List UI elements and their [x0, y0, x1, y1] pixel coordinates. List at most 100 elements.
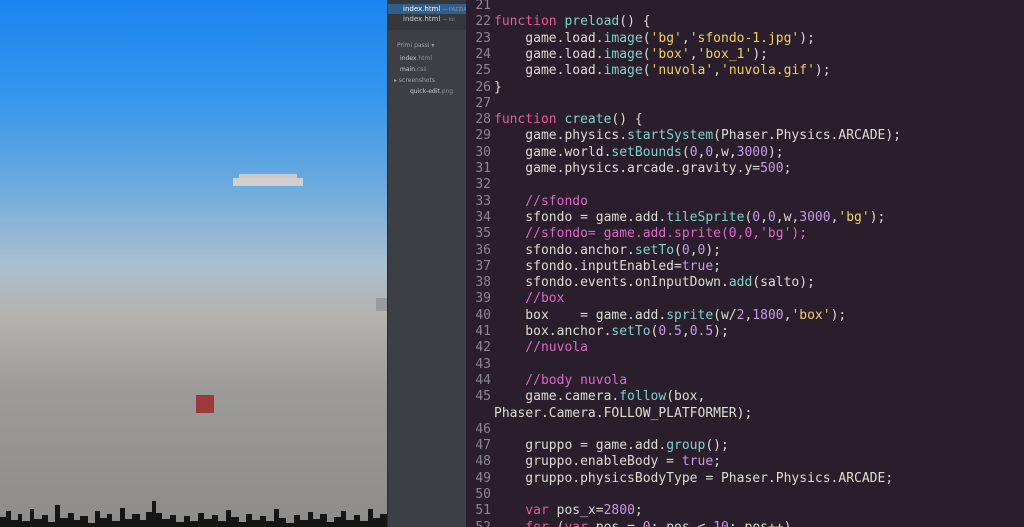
code-line[interactable]: 36 sfondo.anchor.setTo(0,0);: [466, 243, 1024, 259]
code-token: );: [767, 144, 784, 160]
code-token: group: [666, 438, 706, 454]
line-text: sfondo = game.add.tileSprite(0,0,w,3000,…: [494, 210, 885, 226]
code-token: );: [830, 307, 847, 323]
code-token: true: [681, 454, 714, 470]
code-line[interactable]: 29 game.physics.startSystem(Phaser.Physi…: [466, 128, 1024, 144]
code-token: game.load.: [494, 63, 604, 79]
code-token: ,: [760, 209, 768, 225]
line-text: game.physics.arcade.gravity.y=500;: [494, 161, 791, 177]
line-number: 49: [475, 470, 491, 486]
code-token: //sfondo: [494, 193, 588, 209]
code-token: sprite: [666, 307, 714, 323]
code-line[interactable]: 35 //sfondo= game.add.sprite(0,0,'bg');: [466, 226, 1024, 242]
tree-item-name: quick-edit: [410, 88, 440, 95]
code-line[interactable]: 51 var pos_x=2800;: [466, 503, 1024, 519]
code-line[interactable]: 28 function create() {: [466, 112, 1024, 128]
code-line[interactable]: 38 sfondo.events.onInputDown.add(salto);: [466, 275, 1024, 291]
code-line[interactable]: 33 //sfondo: [466, 194, 1024, 210]
code-token: 0: [681, 242, 690, 258]
code-token: gruppo = game.add.: [494, 438, 667, 454]
line-text: sfondo.anchor.setTo(0,0);: [494, 243, 721, 259]
code-token: setBounds: [611, 144, 682, 160]
code-token: ,: [713, 63, 721, 79]
code-token: //body nuvola: [494, 372, 628, 388]
code-line[interactable]: 41 box.anchor.setTo(0.5,0.5);: [466, 324, 1024, 340]
working-file-1[interactable]: index.html — PAZZIA: [388, 4, 467, 14]
code-token: image: [603, 46, 643, 62]
code-line[interactable]: 23 game.load.image('bg','sfondo-1.jpg');: [466, 31, 1024, 47]
code-line[interactable]: 44 //body nuvola: [466, 373, 1024, 389]
code-line[interactable]: 26}: [466, 80, 1024, 96]
line-text: //sfondo= game.add.sprite(0,0,'bg');: [494, 226, 807, 242]
code-line[interactable]: 42 //nuvola: [466, 340, 1024, 356]
code-token: sfondo.anchor.: [494, 242, 635, 258]
project-title[interactable]: Primi passi ▾: [388, 30, 466, 53]
line-number: 42: [475, 340, 491, 356]
code-token: pos =: [596, 520, 643, 527]
line-text: function create() {: [494, 112, 643, 128]
code-line[interactable]: 34 sfondo = game.add.tileSprite(0,0,w,30…: [466, 210, 1024, 226]
line-number: 25: [475, 63, 491, 79]
code-token: setTo: [611, 324, 651, 339]
code-token: //box: [494, 291, 565, 307]
code-token: game.load.: [494, 46, 604, 62]
code-token: ;: [783, 161, 792, 176]
code-token: ,: [689, 242, 698, 258]
code-line[interactable]: Phaser.Camera.FOLLOW_PLATFORMER);: [466, 406, 1024, 422]
code-token: 1800: [752, 307, 784, 323]
code-line[interactable]: 30 game.world.setBounds(0,0,w,3000);: [466, 145, 1024, 161]
code-token: ;: [713, 258, 721, 274]
code-line[interactable]: 45 game.camera.follow(box,: [466, 389, 1024, 405]
code-token: }: [494, 79, 502, 95]
code-line[interactable]: 22 function preload() {: [466, 14, 1024, 30]
code-line[interactable]: 32: [466, 177, 1024, 193]
code-token: 3000: [736, 144, 768, 160]
code-line[interactable]: 21: [466, 0, 1024, 14]
code-line[interactable]: 48 gruppo.enableBody = true;: [466, 454, 1024, 470]
code-line[interactable]: 40 box = game.add.sprite(w/2,1800,'box')…: [466, 308, 1024, 324]
code-line[interactable]: 43: [466, 357, 1024, 373]
code-line[interactable]: 47 gruppo = game.add.group();: [466, 438, 1024, 454]
code-token: );: [814, 63, 831, 79]
code-token: 'bg': [838, 209, 870, 225]
code-token: game.physics.: [494, 128, 628, 144]
code-line[interactable]: 31 game.physics.arcade.gravity.y=500;: [466, 161, 1024, 177]
code-line[interactable]: 50: [466, 487, 1024, 503]
code-token: function: [494, 112, 565, 128]
code-line[interactable]: 24 game.load.image('box','box_1');: [466, 47, 1024, 63]
code-line[interactable]: 27: [466, 96, 1024, 112]
code-line[interactable]: 25 game.load.image('nuvola','nuvola.gif'…: [466, 63, 1024, 79]
code-token: 'nuvola.gif': [721, 63, 815, 79]
code-token: gruppo.physicsBodyType = Phaser.Physics.…: [494, 470, 894, 486]
code-token: //nuvola: [494, 340, 588, 356]
line-number: 47: [475, 438, 491, 454]
code-token: var: [494, 503, 557, 519]
code-line[interactable]: 37 sfondo.inputEnabled=true;: [466, 259, 1024, 275]
code-line[interactable]: 49 gruppo.physicsBodyType = Phaser.Physi…: [466, 471, 1024, 487]
tree-item-index[interactable]: index.html: [388, 53, 466, 64]
code-token: //sfondo= game.add.sprite(0,0,'bg');: [494, 226, 808, 242]
line-number: 30: [475, 144, 491, 160]
code-token: ();: [705, 438, 729, 454]
tree-item-ext: .html: [416, 55, 432, 62]
code-line[interactable]: 52 for (var pos = 0; pos < 10; pos++): [466, 520, 1024, 527]
scrollbar-handle[interactable]: [376, 298, 387, 311]
tree-folder-screenshots[interactable]: ▸ screenshots: [388, 75, 466, 86]
code-line[interactable]: 39 //box: [466, 291, 1024, 307]
line-number: 26: [475, 79, 491, 95]
working-file-folder: — PAZZIA: [442, 7, 467, 13]
code-token: tileSprite: [666, 209, 745, 225]
line-number: 40: [475, 307, 491, 323]
game-canvas[interactable]: [0, 0, 387, 527]
code-line[interactable]: 46: [466, 422, 1024, 438]
line-text: game.camera.follow(box,: [494, 389, 705, 405]
tree-item-main[interactable]: main.css: [388, 64, 466, 75]
code-token: (: [674, 242, 682, 258]
working-file-2[interactable]: index.html — lol: [388, 14, 466, 24]
code-editor[interactable]: 21 22 function preload() {23 game.load.ima…: [466, 0, 1024, 527]
code-token: 3000: [799, 209, 831, 225]
code-token: box = game.add.: [494, 307, 667, 323]
tree-item-quick-edit[interactable]: quick-edit.png: [388, 86, 466, 97]
line-text: game.load.image('nuvola','nuvola.gif');: [494, 63, 831, 79]
code-token: gruppo.enableBody =: [494, 454, 682, 470]
